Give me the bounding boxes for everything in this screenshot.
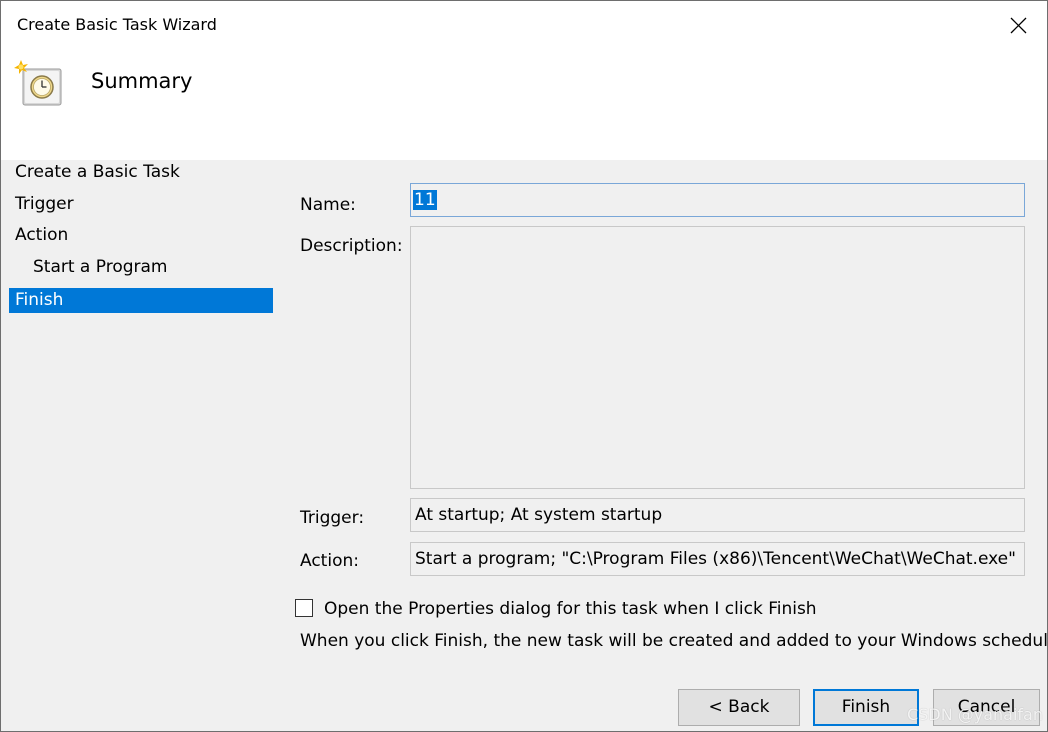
name-field[interactable]: 11 <box>410 183 1025 217</box>
title-bar: Create Basic Task Wizard <box>1 1 1047 49</box>
wizard-header: Summary <box>1 49 1047 160</box>
watermark-text: CSDN @yanaifan <box>907 705 1043 724</box>
name-label: Name: <box>300 195 356 215</box>
description-field[interactable] <box>410 226 1025 489</box>
back-button[interactable]: < Back <box>678 689 800 726</box>
nav-item-action[interactable]: Action <box>9 222 273 254</box>
nav-item-create-basic-task[interactable]: Create a Basic Task <box>9 159 273 191</box>
open-properties-checkbox[interactable] <box>295 599 313 617</box>
action-label: Action: <box>300 551 359 571</box>
window-title: Create Basic Task Wizard <box>17 15 217 34</box>
description-label: Description: <box>300 236 403 256</box>
close-button[interactable] <box>997 5 1039 45</box>
wizard-window: Create Basic Task Wizard Summary Create … <box>0 0 1048 732</box>
page-title: Summary <box>91 69 193 93</box>
open-properties-label[interactable]: Open the Properties dialog for this task… <box>324 599 817 619</box>
nav-item-start-a-program[interactable]: Start a Program <box>9 254 273 286</box>
trigger-field: At startup; At system startup <box>410 498 1025 532</box>
nav-item-trigger[interactable]: Trigger <box>9 191 273 223</box>
wizard-steps-nav: Create a Basic Task Trigger Action Start… <box>9 159 273 313</box>
close-icon <box>1010 17 1027 34</box>
nav-item-finish[interactable]: Finish <box>9 288 273 313</box>
action-field: Start a program; "C:\Program Files (x86)… <box>410 542 1025 576</box>
finish-info-text: When you click Finish, the new task will… <box>300 631 1048 651</box>
name-value: 11 <box>413 190 437 210</box>
task-scheduler-clock-icon <box>13 59 65 107</box>
trigger-label: Trigger: <box>300 508 365 528</box>
finish-button[interactable]: Finish <box>813 689 919 726</box>
